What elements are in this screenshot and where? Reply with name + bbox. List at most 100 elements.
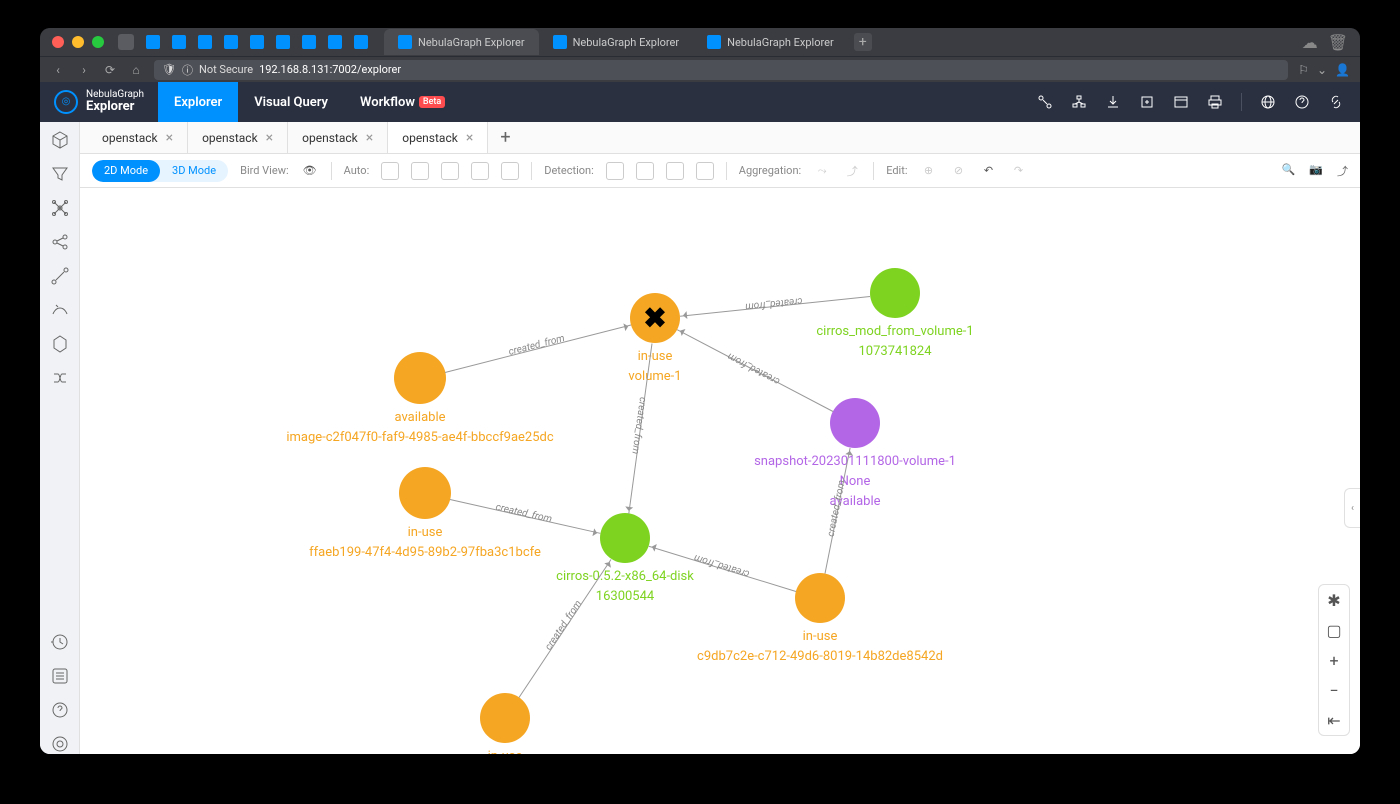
pinned-tab-icon[interactable]	[250, 35, 264, 49]
browser-tab-2[interactable]: NebulaGraph Explorer	[539, 29, 694, 55]
import-icon[interactable]	[1139, 94, 1155, 110]
new-tab-button[interactable]: +	[854, 33, 872, 51]
doc-tab-1[interactable]: openstack×	[188, 122, 288, 153]
pinned-tab-icon[interactable]	[224, 35, 238, 49]
rail-expand-icon[interactable]	[50, 198, 70, 218]
auto-layout-4-icon[interactable]	[471, 162, 489, 180]
detection-3-icon[interactable]	[666, 162, 684, 180]
profile-icon[interactable]: 👤	[1335, 63, 1350, 77]
graph-icon[interactable]	[1037, 94, 1053, 110]
rail-path-icon[interactable]	[50, 266, 70, 286]
zoom-controls: ✱ ▢ + − ⇤	[1318, 584, 1350, 736]
rail-history-icon[interactable]	[50, 632, 70, 652]
chevron-down-icon[interactable]: ⌄	[1317, 63, 1327, 77]
undo-icon[interactable]: ↶	[980, 162, 998, 180]
edit-link-icon[interactable]: ⊘	[950, 162, 968, 180]
camera-icon[interactable]: 📷	[1309, 163, 1323, 179]
rail-list-icon[interactable]	[50, 666, 70, 686]
url-input[interactable]: 🛡 ⓘ Not Secure 192.168.8.131:7002/explor…	[154, 60, 1288, 80]
export-icon[interactable]: ⤴	[1337, 163, 1348, 179]
close-tab-icon[interactable]: ×	[466, 130, 473, 146]
rail-draw-icon[interactable]	[50, 300, 70, 320]
language-icon[interactable]	[1260, 94, 1276, 110]
back-button[interactable]: ‹	[50, 62, 66, 78]
node-cirros_mod[interactable]	[870, 268, 920, 318]
pinned-tab-icon[interactable]	[198, 35, 212, 49]
rail-settings-icon[interactable]	[50, 734, 70, 754]
rail-share-icon[interactable]	[50, 232, 70, 252]
link-icon[interactable]	[1328, 94, 1344, 110]
node-label: c9db7c2e-c712-49d6-8019-14b82de8542d	[697, 649, 943, 664]
node-c9db[interactable]	[795, 573, 845, 623]
pinned-tab-icon[interactable]	[354, 35, 368, 49]
rail-hexagon-icon[interactable]	[50, 334, 70, 354]
node-img_avail[interactable]	[394, 352, 446, 404]
doc-tab-2[interactable]: openstack×	[288, 122, 388, 153]
aggregation-2-icon[interactable]: ⤴	[843, 162, 861, 180]
download-icon[interactable]	[1105, 94, 1121, 110]
nav-explorer[interactable]: Explorer	[158, 82, 238, 122]
zoom-in-button[interactable]: +	[1319, 645, 1349, 675]
pinned-tab-icon[interactable]	[328, 35, 342, 49]
search-icon[interactable]: 🔍	[1282, 163, 1296, 179]
pinned-tab-icon[interactable]	[172, 35, 186, 49]
auto-layout-3-icon[interactable]	[441, 162, 459, 180]
app-logo[interactable]: ◎ NebulaGraphExplorer	[40, 89, 158, 114]
nav-visual-query[interactable]: Visual Query	[238, 82, 344, 122]
rail-help-icon[interactable]	[50, 700, 70, 720]
browser-tab-1[interactable]: NebulaGraph Explorer	[384, 29, 539, 55]
fit-button[interactable]: ▢	[1319, 615, 1349, 645]
rail-cube-icon[interactable]	[50, 130, 70, 150]
auto-layout-1-icon[interactable]	[381, 162, 399, 180]
auto-layout-5-icon[interactable]	[501, 162, 519, 180]
node-bot[interactable]	[480, 693, 530, 743]
detection-4-icon[interactable]	[696, 162, 714, 180]
side-panel-toggle[interactable]: ‹	[1344, 488, 1360, 528]
mode-3d-button[interactable]: 3D Mode	[160, 160, 228, 182]
home-button[interactable]: ⌂	[128, 62, 144, 78]
node-cirros_disk[interactable]	[600, 513, 650, 563]
minimize-window-icon[interactable]	[72, 36, 84, 48]
reload-button[interactable]: ⟳	[102, 62, 118, 78]
help-icon[interactable]	[1294, 94, 1310, 110]
print-icon[interactable]	[1207, 94, 1223, 110]
browser-tab-3[interactable]: NebulaGraph Explorer	[693, 29, 848, 55]
pinned-tab-icon[interactable]	[276, 35, 290, 49]
close-tab-icon[interactable]: ×	[166, 130, 173, 146]
pinned-tab-icon[interactable]	[302, 35, 316, 49]
pinned-tab-icon[interactable]	[146, 35, 160, 49]
mode-2d-button[interactable]: 2D Mode	[92, 160, 160, 182]
maximize-window-icon[interactable]	[92, 36, 104, 48]
graph-canvas[interactable]: ‹ ✱ ▢ + − ⇤ ✖in-usevolume-1cirros_mod_fr…	[80, 188, 1360, 754]
close-tab-icon[interactable]: ×	[366, 130, 373, 146]
tree-icon[interactable]	[1071, 94, 1087, 110]
close-window-icon[interactable]	[52, 36, 64, 48]
forward-button[interactable]: ›	[76, 62, 92, 78]
auto-layout-2-icon[interactable]	[411, 162, 429, 180]
detection-1-icon[interactable]	[606, 162, 624, 180]
bookmark-icon[interactable]: ⚐	[1298, 63, 1309, 77]
rail-filter-icon[interactable]	[50, 164, 70, 184]
layout-button[interactable]: ✱	[1319, 585, 1349, 615]
node-vol1[interactable]: ✖	[630, 293, 680, 343]
close-tab-icon[interactable]: ×	[266, 130, 273, 146]
collapse-button[interactable]: ⇤	[1319, 705, 1349, 735]
aggregation-1-icon[interactable]: ⤳	[813, 162, 831, 180]
node-ffaeb[interactable]	[399, 467, 451, 519]
doc-tab-0[interactable]: openstack×	[88, 122, 188, 153]
node-label: 16300544	[596, 589, 654, 604]
nav-workflow[interactable]: WorkflowBeta	[344, 82, 461, 122]
redo-icon[interactable]: ↷	[1010, 162, 1028, 180]
node-label: 1073741824	[858, 344, 931, 359]
detection-2-icon[interactable]	[636, 162, 654, 180]
rail-flow-icon[interactable]	[50, 368, 70, 388]
zoom-out-button[interactable]: −	[1319, 675, 1349, 705]
birdview-icon[interactable]: 👁	[301, 162, 319, 180]
node-snap[interactable]	[830, 398, 880, 448]
template-icon[interactable]	[1173, 94, 1189, 110]
add-doc-tab-button[interactable]: +	[488, 127, 522, 148]
cloud-icon[interactable]: ☁	[1302, 33, 1318, 52]
trash-icon[interactable]: 🗑	[1328, 33, 1348, 52]
edit-add-icon[interactable]: ⊕	[920, 162, 938, 180]
doc-tab-3[interactable]: openstack×	[388, 122, 488, 153]
